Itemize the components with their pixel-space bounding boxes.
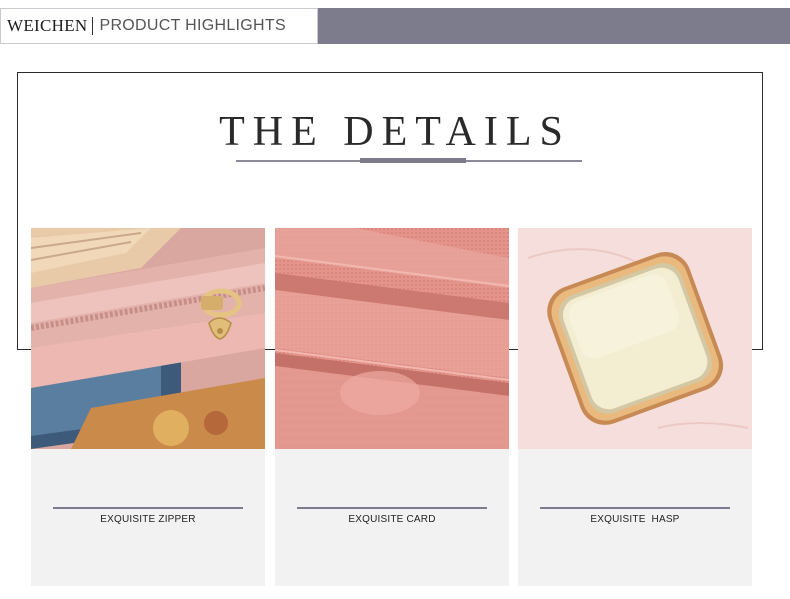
title-underline-accent [360, 158, 466, 163]
brand-name: WEICHEN [7, 16, 88, 35]
card-label: EXQUISITE ZIPPER [100, 514, 196, 525]
card-divider [53, 507, 243, 509]
detail-card-hasp: EXQUISITE HASP [518, 228, 752, 586]
page-title: THE DETAILS [219, 109, 571, 155]
section-tagline: PRODUCT HIGHLIGHTS [99, 17, 286, 34]
hasp-photo [518, 228, 752, 449]
brand-box: WEICHEN PRODUCT HIGHLIGHTS [0, 8, 318, 44]
card-divider [297, 507, 487, 509]
brand-separator [92, 17, 94, 35]
card-label: EXQUISITE CARD [348, 514, 436, 525]
card-divider [540, 507, 730, 509]
header-banner: WEICHEN PRODUCT HIGHLIGHTS [0, 8, 790, 44]
zipper-photo [31, 228, 265, 449]
detail-card-card-slots: EXQUISITE CARD [275, 228, 509, 586]
card-slots-photo [275, 228, 509, 449]
detail-card-zipper: EXQUISITE ZIPPER [31, 228, 265, 586]
banner-color-bar [318, 8, 790, 44]
card-label: EXQUISITE HASP [590, 514, 680, 525]
